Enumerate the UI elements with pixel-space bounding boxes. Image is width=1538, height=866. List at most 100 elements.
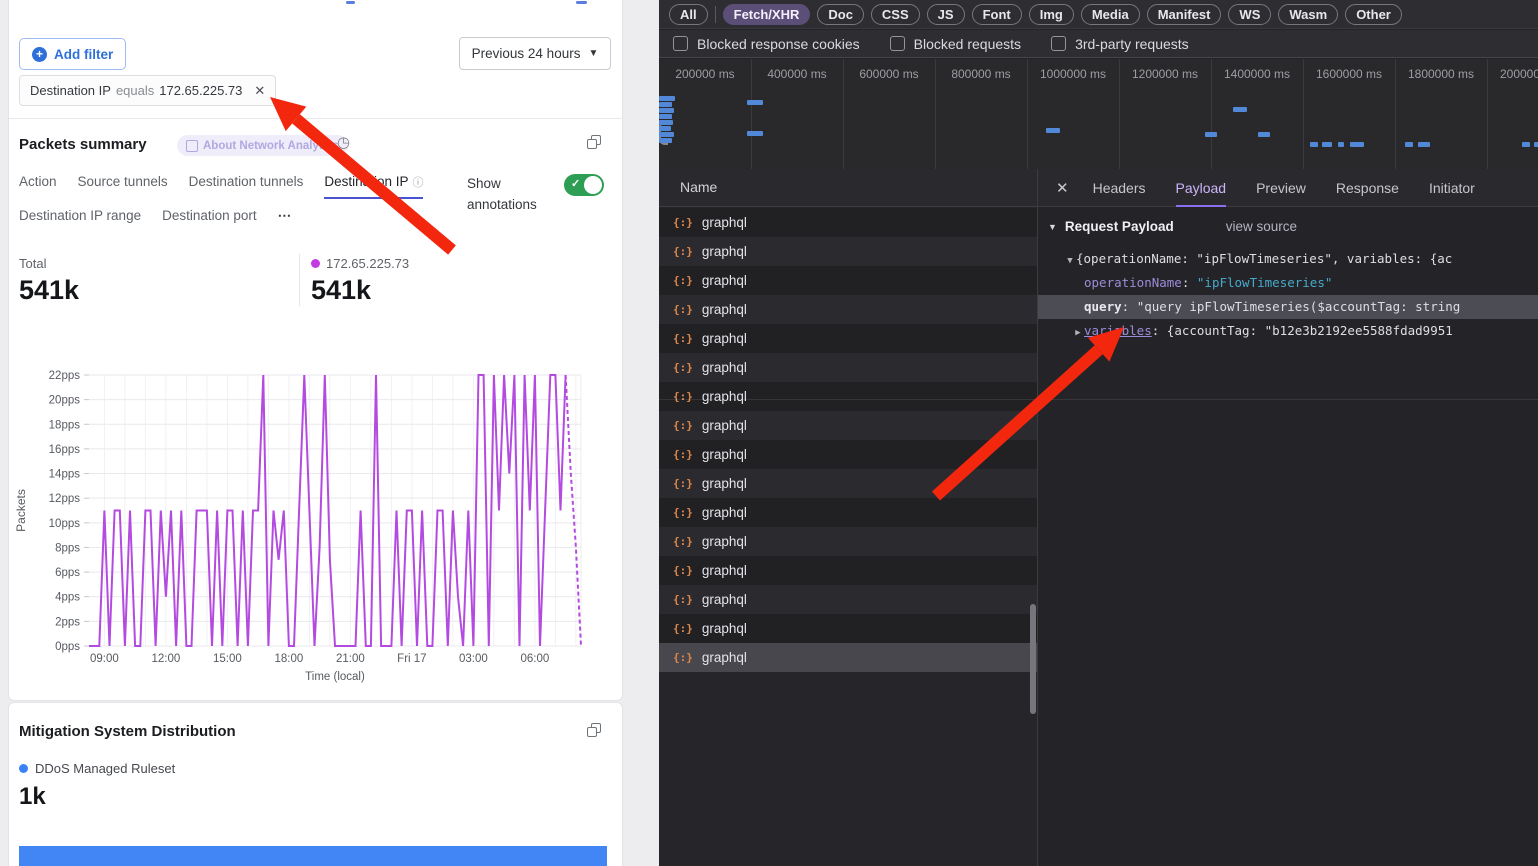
request-row[interactable]: {:}graphql [659, 266, 1037, 295]
request-row[interactable]: {:}graphql [659, 324, 1037, 353]
json-braces-icon: {:} [673, 274, 693, 287]
packets-tab-source-tunnels[interactable]: Source tunnels [78, 174, 168, 199]
svg-text:0pps: 0pps [55, 641, 80, 653]
open-in-new-icon[interactable] [587, 723, 601, 737]
request-name: graphql [702, 360, 747, 375]
remove-filter-icon[interactable]: ✕ [254, 83, 265, 99]
payload-token-plain: {operationName: "ipFlowTimeseries", vari… [1076, 251, 1452, 266]
packets-tab-destination-ip[interactable]: Destination IPⓘ [324, 174, 423, 199]
timeline-column: 1400000 ms [1211, 59, 1304, 169]
payload-tree-line[interactable]: query: "query ipFlowTimeseries($accountT… [1038, 295, 1538, 319]
filter-pill-font[interactable]: Font [972, 4, 1022, 25]
json-braces-icon: {:} [673, 390, 693, 403]
request-name: graphql [702, 563, 747, 578]
json-braces-icon: {:} [673, 535, 693, 548]
waterfall-bar [1310, 142, 1318, 147]
request-name: graphql [702, 621, 747, 636]
request-row[interactable]: {:}graphql [659, 643, 1037, 672]
request-row[interactable]: {:}graphql [659, 556, 1037, 585]
svg-text:Fri 17: Fri 17 [397, 653, 426, 665]
devtools-panel: All Fetch/XHR Doc CSS JS Font Img Media Manifest… [659, 0, 1538, 866]
network-overview-timeline[interactable]: 200000 ms400000 ms600000 ms800000 ms1000… [659, 59, 1538, 170]
open-in-new-icon[interactable] [587, 135, 601, 149]
show-annotations-toggle[interactable] [564, 174, 604, 196]
svg-text:12pps: 12pps [49, 493, 81, 505]
request-row[interactable]: {:}graphql [659, 440, 1037, 469]
twisty-icon[interactable]: ▼ [1064, 249, 1076, 271]
detail-tab-preview[interactable]: Preview [1256, 169, 1306, 207]
request-row[interactable]: {:}graphql [659, 498, 1037, 527]
request-name: graphql [702, 215, 747, 230]
add-filter-button[interactable]: + Add filter [19, 38, 126, 70]
checkbox-blocked-requests[interactable]: Blocked requests [890, 36, 1021, 52]
time-range-dropdown[interactable]: Previous 24 hours ▼ [459, 37, 611, 70]
filter-pill-css[interactable]: CSS [871, 4, 920, 25]
view-source-link[interactable]: view source [1226, 219, 1297, 234]
filter-pill-manifest[interactable]: Manifest [1147, 4, 1222, 25]
checkbox-label: Blocked response cookies [697, 36, 860, 52]
mitigation-legend-label: DDoS Managed Ruleset [35, 761, 175, 776]
json-braces-icon: {:} [673, 216, 693, 229]
packets-tab-destination-ip-range[interactable]: Destination IP range [19, 208, 141, 231]
filter-pill-fetch-xhr[interactable]: Fetch/XHR [723, 4, 811, 25]
stat-ip: 172.65.225.73 541k [311, 256, 409, 306]
request-name: graphql [702, 244, 747, 259]
waterfall-bar [1405, 142, 1413, 147]
request-payload-header[interactable]: ▼ Request Payload view source [1048, 219, 1297, 234]
stat-total-value: 541k [19, 275, 79, 306]
detail-tab-initiator[interactable]: Initiator [1429, 169, 1475, 207]
payload-tree-line[interactable]: ▶variables: {accountTag: "b12e3b2192ee55… [1038, 319, 1538, 343]
svg-text:4pps: 4pps [55, 592, 80, 604]
waterfall-bar [659, 96, 675, 101]
name-column-header[interactable]: Name [659, 169, 1037, 207]
mitigation-title: Mitigation System Distribution [19, 723, 236, 740]
filter-pill-all[interactable]: All [669, 4, 708, 25]
detail-tab-payload[interactable]: Payload [1176, 169, 1227, 207]
detail-tab-headers[interactable]: Headers [1093, 169, 1146, 207]
request-row[interactable]: {:}graphql [659, 411, 1037, 440]
payload-tree-line[interactable]: operationName: "ipFlowTimeseries" [1038, 271, 1538, 295]
packets-tab--[interactable]: ⋯ [278, 208, 293, 231]
request-row[interactable]: {:}graphql [659, 353, 1037, 382]
request-row[interactable]: {:}graphql [659, 585, 1037, 614]
filter-pill-wasm[interactable]: Wasm [1278, 4, 1338, 25]
filter-pill-other[interactable]: Other [1345, 4, 1402, 25]
request-row[interactable]: {:}graphql [659, 382, 1037, 411]
timeline-column: 1800000 ms [1395, 59, 1488, 169]
twisty-icon[interactable]: ▶ [1072, 321, 1084, 343]
packets-tab-destination-tunnels[interactable]: Destination tunnels [189, 174, 304, 199]
checkbox-blocked-response-cookies[interactable]: Blocked response cookies [673, 36, 860, 52]
divider [299, 254, 300, 306]
payload-token-plain: : [1152, 323, 1167, 338]
request-row[interactable]: {:}graphql [659, 527, 1037, 556]
request-row[interactable]: {:}graphql [659, 469, 1037, 498]
filter-pill-img[interactable]: Img [1029, 4, 1074, 25]
svg-text:Time (local): Time (local) [305, 671, 365, 683]
checkbox-3rd-party-requests[interactable]: 3rd-party requests [1051, 36, 1189, 52]
about-network-analytics-badge[interactable]: About Network Analytics [177, 135, 348, 156]
packets-tab-action[interactable]: Action [19, 174, 57, 199]
payload-tree-line[interactable]: ▼{operationName: "ipFlowTimeseries", var… [1038, 247, 1538, 271]
filter-pill-media[interactable]: Media [1081, 4, 1140, 25]
mitigation-bar [19, 846, 607, 866]
requests-scrollbar[interactable] [1030, 604, 1036, 714]
filter-pill-ws[interactable]: WS [1228, 4, 1271, 25]
request-name: graphql [702, 331, 747, 346]
filter-pill-js[interactable]: JS [927, 4, 965, 25]
filter-chip[interactable]: Destination IP equals 172.65.225.73 ✕ [19, 75, 276, 106]
chevron-down-icon: ▼ [588, 48, 598, 59]
checkbox-box [890, 36, 905, 51]
filter-pill-doc[interactable]: Doc [817, 4, 864, 25]
request-row[interactable]: {:} graphql [659, 208, 1037, 237]
timeline-tick-label: 1800000 ms [1395, 67, 1487, 81]
checkbox-label: 3rd-party requests [1075, 36, 1189, 52]
packets-tab-destination-port[interactable]: Destination port [162, 208, 257, 231]
waterfall-bar [1522, 142, 1530, 147]
request-row[interactable]: {:}graphql [659, 614, 1037, 643]
close-icon[interactable]: ✕ [1056, 179, 1069, 197]
timeline-tick-label: 200000 ms [659, 67, 751, 81]
packets-timeseries-chart: 0pps2pps4pps6pps8pps10pps12pps14pps16pps… [9, 350, 622, 692]
request-row[interactable]: {:}graphql [659, 295, 1037, 324]
request-row[interactable]: {:}graphql [659, 237, 1037, 266]
detail-tab-response[interactable]: Response [1336, 169, 1399, 207]
